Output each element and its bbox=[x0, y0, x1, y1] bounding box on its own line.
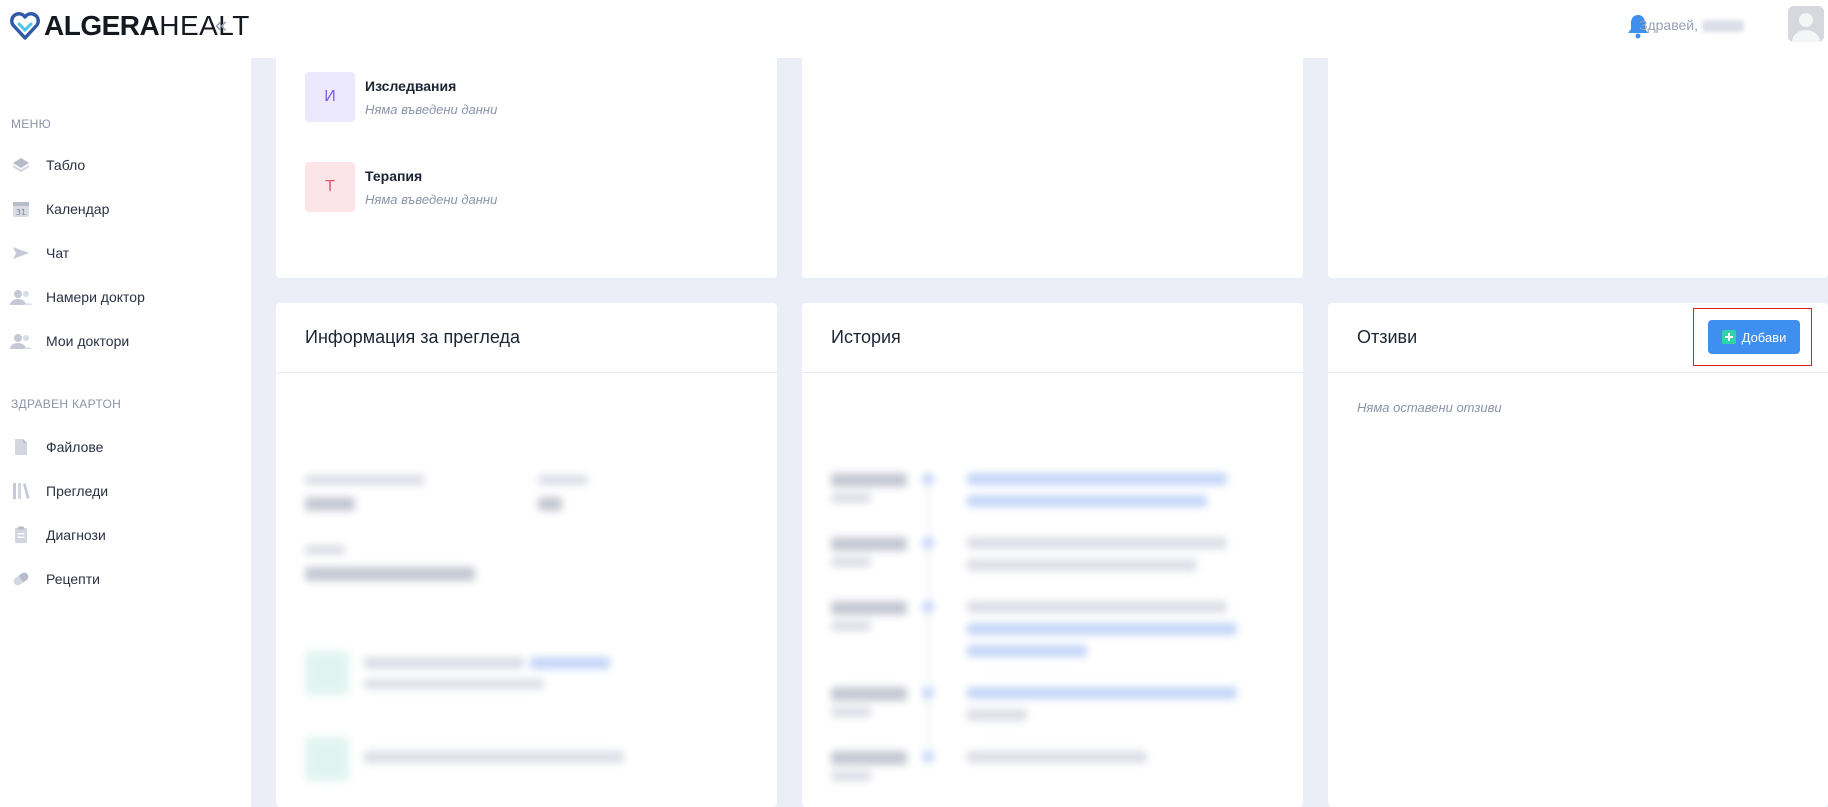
top-right-card bbox=[1328, 44, 1828, 278]
menu-section-title: МЕНЮ bbox=[11, 117, 51, 131]
library-icon bbox=[10, 481, 32, 501]
card-header: Информация за прегледа bbox=[276, 303, 777, 373]
card-title: Информация за прегледа bbox=[305, 327, 521, 347]
brand-name-bold: ALGERA bbox=[44, 10, 160, 41]
users-icon bbox=[10, 287, 32, 307]
sidebar-item-label: Файлове bbox=[46, 439, 104, 455]
add-review-label: Добави bbox=[1741, 329, 1787, 345]
sidebar-item-label: Мои доктори bbox=[46, 333, 130, 349]
exam-info-card: Информация за прегледа bbox=[276, 303, 777, 807]
dashboard-icon bbox=[10, 155, 32, 175]
sidebar-item-find-doctor[interactable]: Намери доктор bbox=[10, 277, 240, 317]
heart-logo-icon bbox=[10, 12, 40, 40]
card-title: Отзиви bbox=[1357, 327, 1418, 347]
greeting: Здравей, bbox=[1639, 17, 1744, 33]
sidebar-item-label: Рецепти bbox=[46, 571, 100, 587]
pill-icon bbox=[10, 569, 32, 589]
results-therapy-card: И Изследвания Няма въведени данни Т Тера… bbox=[276, 44, 777, 278]
svg-text:31: 31 bbox=[16, 208, 26, 217]
user-name-blurred bbox=[1702, 20, 1744, 33]
sidebar-item-files[interactable]: Файлове bbox=[10, 427, 240, 467]
sidebar-item-diagnoses[interactable]: Диагнози bbox=[10, 515, 240, 555]
sidebar-item-my-doctors[interactable]: Мои доктори bbox=[10, 321, 240, 361]
list-item-research[interactable]: И Изследвания Няма въведени данни bbox=[305, 72, 497, 122]
sidebar-item-label: Намери доктор bbox=[46, 289, 145, 305]
plus-icon bbox=[1721, 330, 1736, 344]
item-title: Терапия bbox=[365, 168, 423, 184]
item-subtitle: Няма въведени данни bbox=[365, 102, 498, 117]
history-card: История bbox=[802, 303, 1303, 807]
sidebar-item-label: Чат bbox=[46, 245, 70, 261]
letter-avatar: И bbox=[305, 72, 355, 122]
card-title: История bbox=[831, 327, 901, 347]
sidebar-item-chat[interactable]: Чат bbox=[10, 233, 240, 273]
reviews-card: Отзиви Добави Няма оставени отзиви bbox=[1328, 303, 1828, 807]
sidebar-item-calendar[interactable]: 31 Календар bbox=[10, 189, 240, 229]
greeting-text: Здравей, bbox=[1639, 17, 1698, 33]
top-middle-card bbox=[802, 44, 1303, 278]
calendar-icon: 31 bbox=[10, 199, 32, 219]
sidebar-item-label: Табло bbox=[46, 157, 86, 173]
card-header: История bbox=[802, 303, 1303, 373]
sidebar-item-label: Календар bbox=[46, 201, 110, 217]
health-section-title: ЗДРАВЕН КАРТОН bbox=[11, 397, 122, 411]
item-subtitle: Няма въведени данни bbox=[365, 192, 498, 207]
sidebar-item-label: Прегледи bbox=[46, 483, 109, 499]
sidebar-item-exams[interactable]: Прегледи bbox=[10, 471, 240, 511]
sidebar: ALGERA HEALTH « МЕНЮ Табло 31 Календар Ч… bbox=[0, 0, 270, 807]
file-icon bbox=[10, 437, 32, 457]
sidebar-item-prescriptions[interactable]: Рецепти bbox=[10, 559, 240, 599]
item-title: Изследвания bbox=[365, 78, 457, 94]
sidebar-item-label: Диагнози bbox=[46, 527, 106, 543]
empty-reviews-text: Няма оставени отзиви bbox=[1357, 400, 1502, 415]
users-icon bbox=[10, 331, 32, 351]
add-review-button[interactable]: Добави bbox=[1708, 320, 1800, 354]
clipboard-icon bbox=[10, 525, 32, 545]
user-avatar-icon[interactable] bbox=[1788, 6, 1824, 42]
send-icon bbox=[10, 243, 32, 263]
sidebar-item-dashboard[interactable]: Табло bbox=[10, 145, 240, 185]
list-item-therapy[interactable]: Т Терапия Няма въведени данни bbox=[305, 162, 497, 212]
double-chevron-left-icon[interactable]: « bbox=[215, 14, 239, 38]
letter-avatar: Т bbox=[305, 162, 355, 212]
